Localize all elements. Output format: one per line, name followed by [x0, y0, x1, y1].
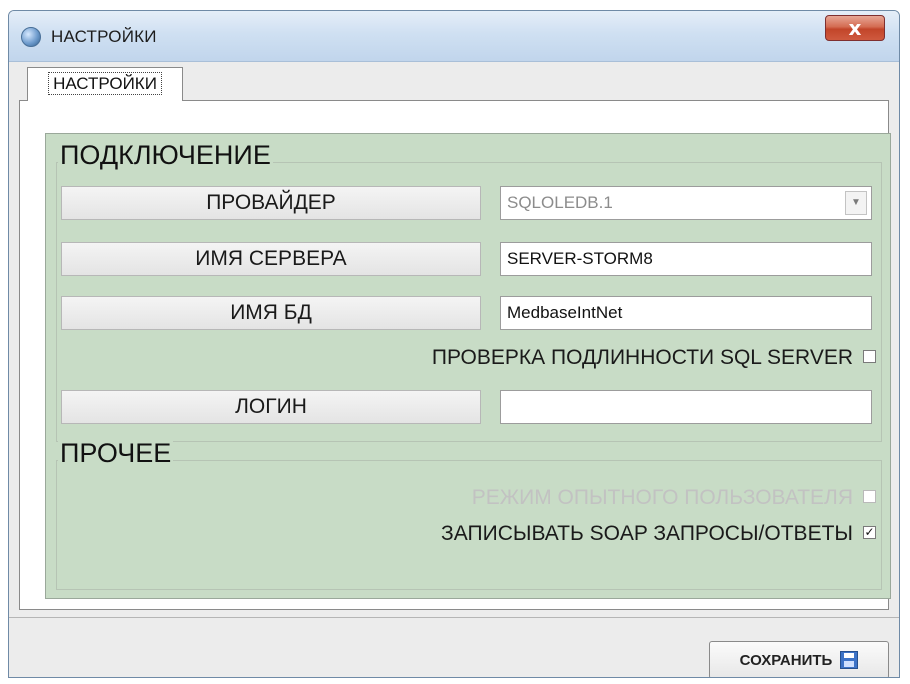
window-title: НАСТРОЙКИ: [51, 27, 157, 46]
provider-label: ПРОВАЙДЕР: [61, 186, 481, 220]
log-soap-label: ЗАПИСЫВАТЬ SOAP ЗАПРОСЫ/ОТВЕТЫ: [441, 522, 853, 545]
login-input[interactable]: [500, 390, 872, 424]
expert-mode-row: РЕЖИМ ОПЫТНОГО ПОЛЬЗОВАТЕЛЯ: [472, 486, 876, 510]
expert-mode-label: РЕЖИМ ОПЫТНОГО ПОЛЬЗОВАТЕЛЯ: [471, 486, 853, 509]
provider-select[interactable]: SQLOLEDB.1 ▼: [500, 186, 872, 220]
log-soap-row[interactable]: ЗАПИСЫВАТЬ SOAP ЗАПРОСЫ/ОТВЕТЫ ✓: [441, 522, 876, 546]
tab-settings[interactable]: НАСТРОЙКИ: [27, 67, 183, 101]
login-label: ЛОГИН: [61, 390, 481, 424]
settings-panel: ПОДКЛЮЧЕНИЕ ПРОВАЙДЕР SQLOLEDB.1 ▼ ИМЯ С…: [45, 133, 891, 599]
db-name-label: ИМЯ БД: [61, 296, 481, 330]
tab-settings-label: НАСТРОЙКИ: [48, 72, 162, 95]
server-name-input[interactable]: SERVER-STORM8: [500, 242, 872, 276]
expert-mode-checkbox: [863, 489, 876, 503]
sql-auth-row[interactable]: ПРОВЕРКА ПОДЛИННОСТИ SQL SERVER: [432, 346, 876, 370]
title-bar[interactable]: НАСТРОЙКИ x: [9, 11, 899, 62]
save-button[interactable]: СОХРАНИТЬ: [709, 641, 889, 677]
provider-value: SQLOLEDB.1: [507, 193, 613, 212]
close-button[interactable]: x: [825, 15, 885, 41]
sql-auth-label: ПРОВЕРКА ПОДЛИННОСТИ SQL SERVER: [431, 346, 853, 369]
log-soap-checkbox[interactable]: ✓: [863, 525, 876, 539]
other-group-title: ПРОЧЕЕ: [58, 438, 174, 469]
connection-group-title: ПОДКЛЮЧЕНИЕ: [58, 140, 273, 171]
settings-window: НАСТРОЙКИ x НАСТРОЙКИ ПОДКЛЮЧЕНИЕ ПРОВАЙ…: [8, 10, 900, 678]
server-name-label: ИМЯ СЕРВЕРА: [61, 242, 481, 276]
floppy-disk-icon: [840, 651, 859, 669]
app-globe-icon: [21, 27, 41, 47]
save-button-label: СОХРАНИТЬ: [739, 651, 833, 669]
chevron-down-icon[interactable]: ▼: [845, 191, 867, 215]
footer-separator: [9, 617, 899, 618]
sql-auth-checkbox[interactable]: [863, 349, 876, 363]
db-name-input[interactable]: MedbaseIntNet: [500, 296, 872, 330]
